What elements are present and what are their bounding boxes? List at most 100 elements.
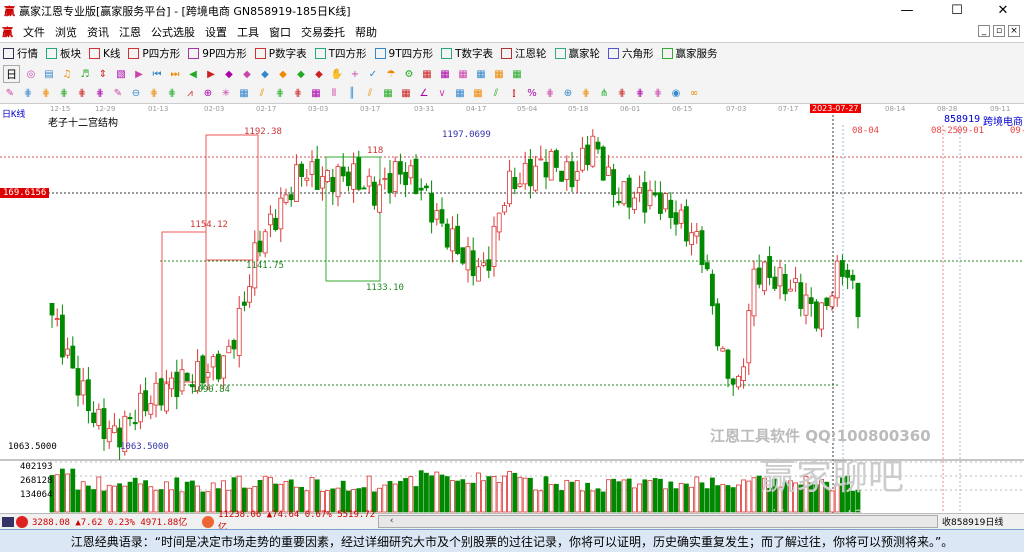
- tool-icon[interactable]: ◆: [276, 67, 290, 81]
- toolbar-winner-wheel-button[interactable]: 赢家轮: [554, 46, 600, 61]
- tool-icon[interactable]: ⋕: [39, 87, 53, 101]
- menu-window[interactable]: 窗口: [269, 24, 291, 40]
- menu-trade[interactable]: 交易委托: [301, 24, 345, 40]
- tool-icon[interactable]: ⇕: [96, 67, 110, 81]
- tool-icon[interactable]: ⋕: [273, 87, 287, 101]
- tool-icon[interactable]: ⋕: [543, 87, 557, 101]
- tool-icon[interactable]: ◆: [258, 67, 272, 81]
- tool-icon[interactable]: ▦: [399, 87, 413, 101]
- candle: [387, 173, 393, 193]
- tool-icon[interactable]: ▦: [420, 67, 434, 81]
- toolbar-PN-button[interactable]: P数字表: [254, 46, 307, 61]
- toolbar-blocks-button[interactable]: 板块: [46, 46, 81, 61]
- tool-icon[interactable]: ∨: [435, 87, 449, 101]
- toolbar-grid-button[interactable]: 行情: [3, 46, 38, 61]
- tool-icon[interactable]: ▦: [309, 87, 323, 101]
- tool-icon[interactable]: ⋕: [651, 87, 665, 101]
- tool-icon[interactable]: ▶: [204, 67, 218, 81]
- tool-icon[interactable]: ✎: [3, 87, 17, 101]
- mdi-close-button[interactable]: ×: [1008, 25, 1020, 37]
- tool-icon[interactable]: ⩘: [183, 87, 197, 101]
- tool-icon[interactable]: ⚙: [402, 67, 416, 81]
- tool-icon[interactable]: ⊕: [561, 87, 575, 101]
- tool-icon[interactable]: ▤: [42, 67, 56, 81]
- tool-icon[interactable]: ⊕: [201, 87, 215, 101]
- tool-icon[interactable]: ✋: [330, 67, 344, 81]
- tool-icon[interactable]: ◆: [312, 67, 326, 81]
- tool-icon[interactable]: ⋕: [57, 87, 71, 101]
- tool-icon[interactable]: ⋕: [75, 87, 89, 101]
- tool-icon[interactable]: ✓: [366, 67, 380, 81]
- tool-icon[interactable]: ⫽: [255, 87, 269, 101]
- menu-browse[interactable]: 浏览: [55, 24, 77, 40]
- tool-icon[interactable]: ◀: [186, 67, 200, 81]
- toolbar-hexagon-button[interactable]: 六角形: [608, 46, 654, 61]
- menu-help[interactable]: 帮助: [355, 24, 377, 40]
- tool-icon[interactable]: ▧: [114, 67, 128, 81]
- tool-icon[interactable]: ▦: [456, 67, 470, 81]
- tool-icon[interactable]: ⋕: [633, 87, 647, 101]
- menu-news[interactable]: 资讯: [87, 24, 109, 40]
- tool-icon[interactable]: ✳: [219, 87, 233, 101]
- tool-icon[interactable]: ♬: [78, 67, 92, 81]
- tool-icon[interactable]: ◆: [240, 67, 254, 81]
- tool-icon[interactable]: ⫽: [363, 87, 377, 101]
- minimize-button[interactable]: —: [890, 0, 924, 22]
- tool-icon[interactable]: ⋕: [21, 87, 35, 101]
- tool-icon[interactable]: ◆: [222, 67, 236, 81]
- tool-icon[interactable]: ⊖: [129, 87, 143, 101]
- tool-icon[interactable]: ◆: [294, 67, 308, 81]
- toolbar-P9-button[interactable]: 9P四方形: [188, 46, 247, 61]
- tool-icon[interactable]: ▦: [474, 67, 488, 81]
- period-select[interactable]: 日: [3, 65, 20, 83]
- tool-icon[interactable]: ▦: [471, 87, 485, 101]
- tool-icon[interactable]: +: [348, 67, 362, 81]
- tool-icon[interactable]: ║: [345, 87, 359, 101]
- tool-icon[interactable]: ◉: [669, 87, 683, 101]
- tool-icon[interactable]: ▶: [132, 67, 146, 81]
- menu-gann[interactable]: 江恩: [119, 24, 141, 40]
- mdi-minimize-button[interactable]: _: [978, 25, 990, 37]
- horizontal-scrollbar[interactable]: ‹: [378, 515, 938, 528]
- tool-icon[interactable]: ⋕: [93, 87, 107, 101]
- toolbar-dollar-button[interactable]: 赢家服务: [661, 46, 718, 61]
- tool-icon[interactable]: ⋕: [165, 87, 179, 101]
- toolbar-kline-button[interactable]: K线: [89, 46, 120, 61]
- tool-icon[interactable]: ⫾: [507, 87, 521, 101]
- menu-settings[interactable]: 设置: [205, 24, 227, 40]
- tool-icon[interactable]: ∠: [417, 87, 431, 101]
- mdi-restore-button[interactable]: ▫: [993, 25, 1005, 37]
- tool-icon[interactable]: %: [525, 87, 539, 101]
- close-button[interactable]: ✕: [986, 0, 1020, 22]
- menu-formula[interactable]: 公式选股: [151, 24, 195, 40]
- tool-icon[interactable]: ▦: [510, 67, 524, 81]
- toolbar-T4-button[interactable]: T四方形: [314, 46, 367, 61]
- tool-icon[interactable]: ♫: [60, 67, 74, 81]
- tool-icon[interactable]: ▦: [381, 87, 395, 101]
- tool-icon[interactable]: ⋕: [147, 87, 161, 101]
- tool-icon[interactable]: ⋔: [597, 87, 611, 101]
- menu-file[interactable]: 文件: [23, 24, 45, 40]
- toolbar-TN-button[interactable]: T数字表: [441, 46, 493, 61]
- tool-icon[interactable]: ⋕: [615, 87, 629, 101]
- tool-icon[interactable]: ▦: [453, 87, 467, 101]
- tool-icon[interactable]: ▦: [438, 67, 452, 81]
- tool-icon[interactable]: ▦: [492, 67, 506, 81]
- calculator-icon[interactable]: [2, 516, 14, 527]
- tool-icon[interactable]: ✎: [111, 87, 125, 101]
- tool-icon[interactable]: ∞: [687, 87, 701, 101]
- tool-icon[interactable]: ⋕: [291, 87, 305, 101]
- toolbar-gann-wheel-button[interactable]: 江恩轮: [501, 46, 547, 61]
- tool-icon[interactable]: ⋕: [579, 87, 593, 101]
- menu-tools[interactable]: 工具: [237, 24, 259, 40]
- toolbar-T9-button[interactable]: 9T四方形: [374, 46, 433, 61]
- tool-icon[interactable]: ▦: [237, 87, 251, 101]
- maximize-button[interactable]: ☐: [940, 0, 974, 22]
- tool-icon[interactable]: ⫴: [327, 87, 341, 101]
- tool-icon[interactable]: ◎: [24, 67, 38, 81]
- toolbar-P4-button[interactable]: P四方形: [128, 46, 180, 61]
- tool-icon[interactable]: ⏭: [168, 67, 182, 81]
- tool-icon[interactable]: ☂: [384, 67, 398, 81]
- tool-icon[interactable]: ⏮: [150, 67, 164, 81]
- tool-icon[interactable]: ⫽: [489, 87, 503, 101]
